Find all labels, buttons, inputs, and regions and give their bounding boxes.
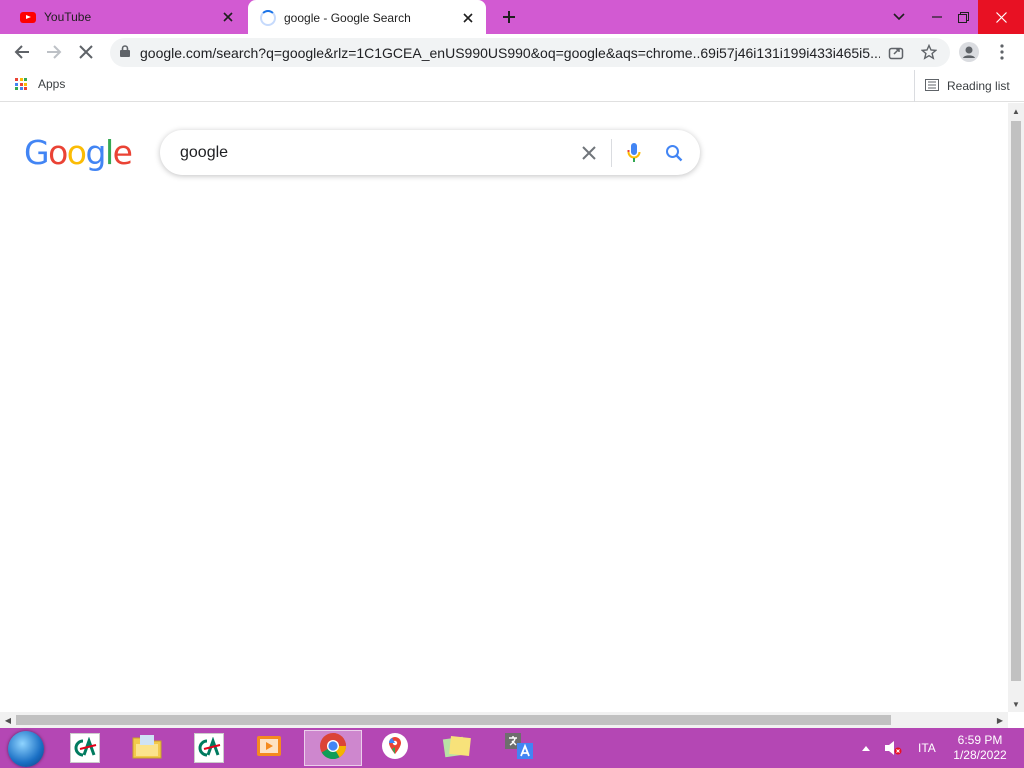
- tab-title: YouTube: [44, 10, 92, 24]
- apps-grid-icon: [15, 78, 27, 90]
- system-clock[interactable]: 6:59 PM 1/28/2022: [944, 733, 1016, 763]
- bookmarks-bar: Apps Reading list: [0, 70, 1024, 102]
- share-icon[interactable]: [888, 44, 904, 65]
- apps-shortcut[interactable]: Apps: [15, 77, 65, 91]
- taskbar-google-maps[interactable]: [366, 730, 424, 766]
- taskbar-translator[interactable]: [490, 730, 548, 766]
- tab-strip: YouTube google - Google Search: [0, 0, 1024, 35]
- page-content: Google google: [0, 103, 1008, 712]
- logo-letter: o: [48, 133, 68, 172]
- profile-avatar-icon[interactable]: [955, 38, 983, 66]
- taskbar-chrome[interactable]: [304, 730, 362, 766]
- address-bar[interactable]: google.com/search?q=google&rlz=1C1GCEA_e…: [110, 38, 950, 67]
- folder-icon: [132, 733, 162, 764]
- microphone-icon[interactable]: [618, 137, 650, 169]
- close-window-button[interactable]: [978, 0, 1024, 34]
- clock-time: 6:59 PM: [957, 733, 1003, 747]
- scroll-left-arrow-icon[interactable]: ◀: [0, 712, 16, 728]
- close-tab-icon[interactable]: [456, 6, 480, 30]
- scroll-right-arrow-icon[interactable]: ▶: [992, 712, 1008, 728]
- logo-letter: g: [85, 133, 106, 172]
- volume-muted-icon[interactable]: [884, 728, 902, 768]
- clear-search-icon[interactable]: [573, 137, 605, 169]
- credit-agricole-icon: [194, 733, 224, 763]
- tab-youtube[interactable]: YouTube: [0, 0, 246, 34]
- search-icon[interactable]: [658, 137, 690, 169]
- input-language-indicator[interactable]: ITA: [918, 728, 936, 768]
- taskbar-file-explorer[interactable]: [118, 730, 176, 766]
- horizontal-scrollbar[interactable]: ◀ ▶: [0, 712, 1008, 728]
- sticky-notes-icon: [442, 734, 472, 763]
- logo-letter: o: [66, 133, 87, 172]
- clock-date: 1/28/2022: [953, 748, 1007, 762]
- show-hidden-icons-arrow[interactable]: [862, 728, 870, 768]
- browser-toolbar: google.com/search?q=google&rlz=1C1GCEA_e…: [0, 34, 1024, 70]
- google-maps-icon: [381, 732, 409, 765]
- taskbar: ITA 6:59 PM 1/28/2022: [0, 728, 1024, 768]
- logo-letter: e: [112, 133, 133, 172]
- more-menu-icon[interactable]: [988, 38, 1016, 66]
- taskbar-credit-agricole[interactable]: [56, 730, 114, 766]
- logo-letter: l: [104, 133, 114, 172]
- google-logo[interactable]: Google: [24, 133, 133, 172]
- video-player-icon: [256, 733, 282, 764]
- lock-icon[interactable]: [120, 44, 130, 62]
- search-box[interactable]: google: [160, 130, 700, 175]
- tab-title: google - Google Search: [284, 10, 411, 25]
- scroll-up-arrow-icon[interactable]: ▲: [1008, 103, 1024, 119]
- start-button[interactable]: [8, 731, 44, 767]
- taskbar-sticky-notes[interactable]: [428, 730, 486, 766]
- tab-google-search[interactable]: google - Google Search: [248, 0, 486, 35]
- reading-list-label: Reading list: [947, 79, 1010, 93]
- youtube-icon: [20, 11, 36, 23]
- logo-letter: G: [24, 133, 50, 172]
- stop-loading-button[interactable]: [72, 38, 100, 66]
- horizontal-scroll-thumb[interactable]: [16, 715, 891, 725]
- translate-icon: [504, 732, 534, 765]
- search-divider: [611, 138, 612, 167]
- search-input[interactable]: google: [180, 144, 573, 162]
- forward-button[interactable]: [40, 38, 68, 66]
- taskbar-video-player[interactable]: [240, 730, 298, 766]
- vertical-scrollbar[interactable]: ▲ ▼: [1008, 103, 1024, 712]
- close-tab-icon[interactable]: [216, 5, 240, 29]
- restore-button[interactable]: [948, 0, 978, 34]
- vertical-scroll-thumb[interactable]: [1011, 121, 1021, 681]
- tab-search-chevron-icon[interactable]: [884, 0, 914, 34]
- taskbar-credit-agricole-2[interactable]: [180, 730, 238, 766]
- scroll-down-arrow-icon[interactable]: ▼: [1008, 696, 1024, 712]
- credit-agricole-icon: [70, 733, 100, 763]
- new-tab-button[interactable]: [497, 5, 521, 29]
- url-text[interactable]: google.com/search?q=google&rlz=1C1GCEA_e…: [140, 45, 880, 61]
- chrome-icon: [319, 732, 347, 765]
- apps-label: Apps: [38, 77, 66, 91]
- bookmark-star-icon[interactable]: [920, 43, 938, 65]
- back-button[interactable]: [8, 38, 36, 66]
- reading-list-button[interactable]: Reading list: [914, 70, 1010, 102]
- loading-spinner-icon: [260, 9, 276, 26]
- reading-list-icon: [925, 78, 939, 94]
